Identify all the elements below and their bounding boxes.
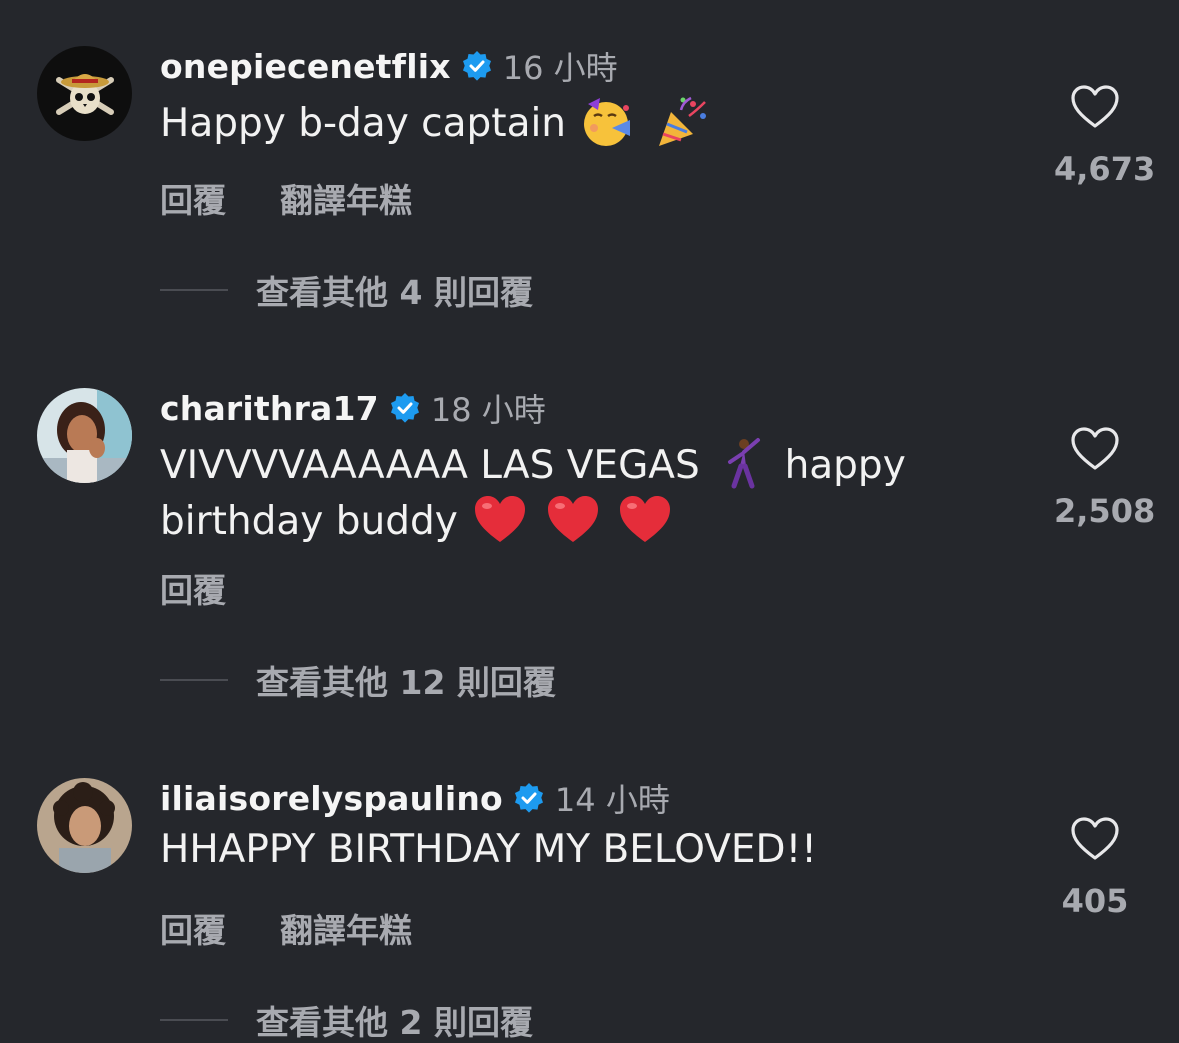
translate-button[interactable]: 翻譯年糕 [280, 174, 412, 222]
comment-actions: 回覆 翻譯年糕 [160, 904, 412, 952]
comment-header: charithra17 18 小時 [160, 388, 546, 430]
view-replies-button[interactable]: 查看其他 4 則回覆 [160, 266, 533, 314]
like-area: 2,508 [1054, 426, 1156, 530]
translate-button[interactable]: 翻譯年糕 [280, 904, 412, 952]
view-replies-button[interactable]: 查看其他 12 則回覆 [160, 656, 556, 704]
comment-header: onepiecenetflix 16 小時 [160, 46, 618, 88]
comment-time: 14 小時 [554, 781, 670, 819]
comment-actions: 回覆 翻譯年糕 [160, 174, 412, 222]
comment-text-content: Happy b-day captain [160, 101, 567, 146]
comment-time: 18 小時 [430, 391, 546, 429]
heart-icon[interactable] [1070, 84, 1120, 130]
username[interactable]: charithra17 [160, 389, 379, 428]
reply-button[interactable]: 回覆 [160, 904, 226, 952]
like-count: 405 [1061, 882, 1129, 920]
red-heart-icon [545, 492, 601, 548]
skull-flag-icon [37, 46, 132, 141]
comment-text-line2: birthday buddy [160, 499, 458, 544]
like-count: 4,673 [1054, 150, 1156, 188]
reply-thread-line [160, 1019, 228, 1021]
comment-text-line1: VIVVVVAAAAAA LAS VEGAS [160, 443, 700, 488]
reply-button[interactable]: 回覆 [160, 174, 226, 222]
comment-text-line1b: happy [784, 443, 906, 488]
heart-icon[interactable] [1070, 816, 1120, 862]
party-popper-icon [653, 94, 709, 150]
like-count: 2,508 [1054, 492, 1156, 530]
avatar[interactable] [37, 46, 132, 141]
reply-thread-line [160, 679, 228, 681]
man-dancing-icon [714, 436, 770, 492]
view-replies-label: 查看其他 2 則回覆 [256, 1003, 533, 1042]
view-replies-label: 查看其他 12 則回覆 [256, 663, 556, 702]
profile-photo-icon [37, 388, 132, 483]
verified-badge-icon [513, 782, 545, 814]
profile-photo-icon [37, 778, 132, 873]
like-area: 4,673 [1054, 84, 1156, 188]
comment-text: Happy b-day captain [160, 94, 940, 150]
username[interactable]: onepiecenetflix [160, 47, 451, 86]
comment-time: 16 小時 [502, 49, 618, 87]
comment-actions: 回覆 [160, 564, 226, 612]
username[interactable]: iliaisorelyspaulino [160, 779, 503, 818]
red-heart-icon [617, 492, 673, 548]
avatar[interactable] [37, 778, 132, 873]
view-replies-button[interactable]: 查看其他 2 則回覆 [160, 996, 533, 1043]
like-area: 405 [1054, 816, 1136, 920]
face-with-party-horn-icon [580, 94, 636, 150]
view-replies-label: 查看其他 4 則回覆 [256, 273, 533, 312]
comment-text: HHAPPY BIRTHDAY MY BELOVED!! [160, 826, 940, 874]
comments-list: onepiecenetflix 16 小時 Happy b-day captai… [0, 0, 1179, 1043]
reply-thread-line [160, 289, 228, 291]
avatar[interactable] [37, 388, 132, 483]
reply-button[interactable]: 回覆 [160, 564, 226, 612]
comment-text-content: HHAPPY BIRTHDAY MY BELOVED!! [160, 827, 817, 872]
heart-icon[interactable] [1070, 426, 1120, 472]
comment-header: iliaisorelyspaulino 14 小時 [160, 778, 670, 820]
red-heart-icon [472, 492, 528, 548]
comment-text: VIVVVVAAAAAA LAS VEGAS happy birthday bu… [160, 436, 940, 548]
verified-badge-icon [461, 50, 493, 82]
verified-badge-icon [389, 392, 421, 424]
